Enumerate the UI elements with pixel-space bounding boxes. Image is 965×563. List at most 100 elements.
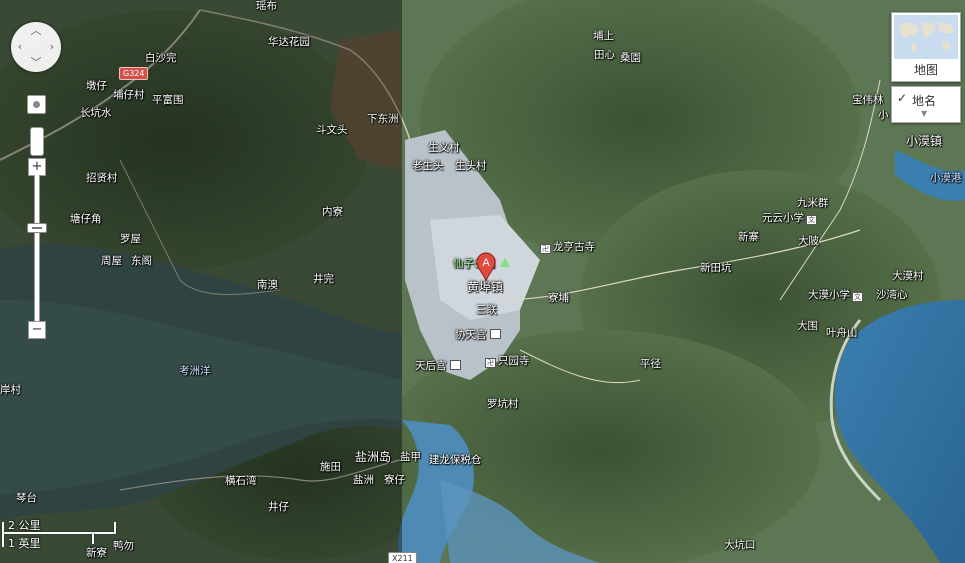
poi-label[interactable]: 协天宫 [455,329,503,341]
place-label[interactable]: 埔仔村 [113,89,145,101]
place-label[interactable]: 盐洲 [353,474,374,486]
place-label[interactable]: 叶舟山 [826,327,858,339]
place-label[interactable]: 平富围 [152,94,184,106]
zoom-slider-track[interactable] [34,175,40,321]
street-view-icon[interactable] [27,95,46,114]
pegman-icon[interactable] [30,127,44,156]
labels-toggle[interactable]: ✓ 地名 ▼ [891,86,961,123]
shrine-icon [489,329,501,339]
place-label[interactable]: 横石湾 [225,475,257,487]
place-label[interactable]: 琴台 [16,492,37,504]
water-label[interactable]: 小漠港 [930,172,962,184]
labels-toggle-label: 地名 [912,94,937,108]
place-label[interactable]: 田心 [594,49,615,61]
poi-name: 天后宫 [415,360,447,372]
pan-control[interactable]: ︿ ﹀ ‹ › [11,22,61,72]
world-map-thumbnail-icon [894,15,958,59]
place-label[interactable]: 大陂 [798,235,819,247]
place-label[interactable]: 新田坑 [700,262,732,274]
place-label[interactable]: 大坑口 [724,539,756,551]
zoom-in-button[interactable]: + [28,158,46,176]
place-label[interactable]: 罗坑村 [487,398,519,410]
poi-name: 元云小学 [762,212,804,224]
place-label[interactable]: 罗屋 [120,233,141,245]
poi-temple-label[interactable]: 卍只园寺 [485,355,530,368]
place-label[interactable]: 内寮 [322,206,343,218]
map-pin-icon: A [476,252,496,283]
place-label[interactable]: 井仔 [268,501,289,513]
place-label[interactable]: 新寨 [738,231,759,243]
place-label[interactable]: 塘仔角 [70,213,102,225]
chevron-down-icon[interactable]: ▼ [921,109,927,118]
place-label[interactable]: 盐洲岛 [355,451,391,463]
shrine-icon [449,360,461,370]
water-label[interactable]: 考洲洋 [179,365,211,377]
road-shield-x211: X211 [388,552,417,563]
town-label[interactable]: 小漠镇 [906,135,942,147]
place-label[interactable]: 井完 [313,273,334,285]
road-shield-g324: G324 [119,67,149,80]
place-label[interactable]: 生义村 [428,142,460,154]
poi-label[interactable]: 天后宫 [415,360,463,372]
zoom-out-button[interactable]: − [28,321,46,339]
place-label[interactable]: 小 [878,109,889,121]
scale-tick [92,532,94,544]
place-label[interactable]: 大漠村 [892,270,924,282]
place-label[interactable]: 岸村 [0,384,21,396]
scale-bar: 2 公里 1 英里 [2,517,118,550]
poi-name: 大漠小学 [808,289,850,301]
location-marker-a[interactable]: A [476,252,496,283]
pan-left-icon[interactable]: ‹ [13,40,27,54]
place-label[interactable]: 大围 [797,320,818,332]
place-label[interactable]: 下东洲 [367,113,399,125]
town-label[interactable]: 黄埠镇 [467,281,503,293]
poi-name: 协天宫 [455,329,487,341]
scale-tick [2,522,4,547]
place-label[interactable]: 南澳 [257,279,278,291]
place-label[interactable]: 三联 [476,304,497,316]
place-label[interactable]: 周屋 [101,255,122,267]
place-label[interactable]: 新寮 [86,547,107,559]
poi-school-label[interactable]: 大漠小学文 [808,289,865,302]
checkmark-icon: ✓ [897,91,908,105]
place-label[interactable]: 施田 [320,461,341,473]
place-label[interactable]: 长坑水 [80,107,112,119]
place-label[interactable]: 生头村 [455,160,487,172]
place-label[interactable]: 平径 [640,358,661,370]
place-label[interactable]: 老生头 [412,160,444,172]
scale-metric-label: 2 公里 [8,519,41,532]
place-label[interactable]: 宝伟林 [852,94,884,106]
place-label[interactable]: 沙湾心 [876,289,908,301]
scale-tick [114,522,116,534]
place-label[interactable]: 白沙完 [145,52,177,64]
place-label[interactable]: 招贤村 [86,172,118,184]
place-label[interactable]: 华达花园 [268,36,310,48]
place-label[interactable]: 九米群 [797,197,829,209]
place-label[interactable]: 寮埔 [548,292,569,304]
place-label[interactable]: 墩仔 [86,80,107,92]
place-label[interactable]: 建龙保税仓 [429,454,482,466]
school-icon: 文 [806,215,817,225]
temple-icon: 卍 [485,358,496,368]
park-tree-icon [500,258,510,267]
place-label[interactable]: 桑園 [620,52,641,64]
map-type-button[interactable]: 地图 [891,12,961,82]
pan-up-icon[interactable]: ︿ [29,24,43,38]
poi-name: 只园寺 [498,355,530,367]
poi-school-label[interactable]: 元云小学文 [762,212,819,225]
pan-down-icon[interactable]: ﹀ [29,56,43,70]
scale-imperial-label: 1 英里 [8,537,41,550]
place-label[interactable]: 寮仔 [384,474,405,486]
place-label[interactable]: 东阁 [131,255,152,267]
place-label[interactable]: 瑶布 [256,0,277,12]
school-icon: 文 [852,292,863,302]
zoom-slider-handle[interactable] [27,223,47,233]
poi-name: 龙亨古寺 [553,241,595,253]
pan-right-icon[interactable]: › [45,40,59,54]
place-label[interactable]: 斗文头 [316,124,348,136]
place-label[interactable]: 埔上 [593,30,614,42]
scale-line [2,532,116,534]
place-label[interactable]: 盐甲 [400,451,421,463]
poi-temple-label[interactable]: 卍龙亨古寺 [540,241,595,254]
satellite-map[interactable]: G324 X211 瑶布 白沙完 华达花园 墩仔 埔仔村 平富围 长坑水 下东洲… [0,0,965,563]
